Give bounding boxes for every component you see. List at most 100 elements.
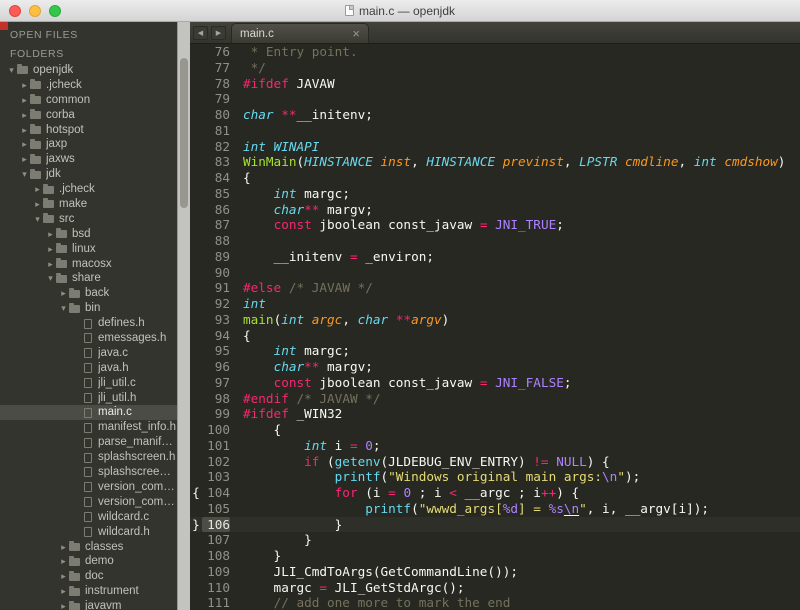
code-line-110[interactable]: 110 margc = JLI_GetStdArgc();	[190, 580, 800, 596]
tree-item-manifest_info.h[interactable]: manifest_info.h	[0, 420, 177, 435]
chevron-right-icon[interactable]: ▸	[19, 93, 30, 108]
tab-main-c[interactable]: main.c ×	[231, 23, 369, 43]
code-line-84[interactable]: 84 {	[190, 170, 800, 186]
code-line-95[interactable]: 95 int margc;	[190, 343, 800, 359]
tree-item-defines.h[interactable]: defines.h	[0, 316, 177, 331]
code-line-104[interactable]: {104 for (i = 0 ; i < __argc ; i++) {	[190, 485, 800, 501]
tree-item-java.h[interactable]: java.h	[0, 361, 177, 376]
tree-item-common[interactable]: ▸ common	[0, 93, 177, 108]
code-line-86[interactable]: 86 char** margv;	[190, 202, 800, 218]
chevron-right-icon[interactable]: ▸	[32, 197, 43, 212]
tree-item-bin[interactable]: ▾ bin	[0, 301, 177, 316]
code-area[interactable]: 76 * Entry point. 77 */78 #ifdef JAVAW 79 80…	[190, 44, 800, 610]
chevron-down-icon[interactable]: ▾	[19, 167, 30, 182]
chevron-right-icon[interactable]: ▸	[19, 152, 30, 167]
tree-item-javavm[interactable]: ▸ javavm	[0, 599, 177, 610]
chevron-down-icon[interactable]: ▾	[6, 63, 17, 78]
code-line-96[interactable]: 96 char** margv;	[190, 359, 800, 375]
chevron-down-icon[interactable]: ▾	[45, 271, 56, 286]
tree-item-wildcard.h[interactable]: wildcard.h	[0, 525, 177, 540]
code-line-85[interactable]: 85 int margc;	[190, 186, 800, 202]
chevron-right-icon[interactable]: ▸	[32, 182, 43, 197]
tree-item-doc[interactable]: ▸ doc	[0, 569, 177, 584]
tree-item-corba[interactable]: ▸ corba	[0, 108, 177, 123]
code-line-81[interactable]: 81	[190, 123, 800, 139]
minimize-window-button[interactable]	[29, 5, 41, 17]
code-line-83[interactable]: 83 WinMain(HINSTANCE inst, HINSTANCE prev…	[190, 154, 800, 170]
code-line-98[interactable]: 98 #endif /* JAVAW */	[190, 391, 800, 407]
tree-item-src[interactable]: ▾ src	[0, 212, 177, 227]
tree-item-jaxp[interactable]: ▸ jaxp	[0, 137, 177, 152]
chevron-right-icon[interactable]: ▸	[45, 242, 56, 257]
nav-forward-button[interactable]: ▶	[211, 25, 226, 40]
code-line-93[interactable]: 93 main(int argc, char **argv)	[190, 312, 800, 328]
code-line-91[interactable]: 91 #else /* JAVAW */	[190, 280, 800, 296]
tree-item-wildcard.c[interactable]: wildcard.c	[0, 510, 177, 525]
tree-item-demo[interactable]: ▸ demo	[0, 554, 177, 569]
code-line-90[interactable]: 90	[190, 265, 800, 281]
code-line-97[interactable]: 97 const jboolean const_javaw = JNI_FALS…	[190, 375, 800, 391]
tree-item-.jcheck[interactable]: ▸ .jcheck	[0, 182, 177, 197]
code-line-106[interactable]: } 106 }	[190, 516, 800, 533]
chevron-right-icon[interactable]: ▸	[58, 584, 69, 599]
tree-item-parse_manifest.c[interactable]: parse_manifest.c	[0, 435, 177, 450]
tree-item-version_comp.c[interactable]: version_comp.c	[0, 480, 177, 495]
code-line-92[interactable]: 92 int	[190, 296, 800, 312]
tree-item-.jcheck[interactable]: ▸ .jcheck	[0, 78, 177, 93]
tree-item-make[interactable]: ▸ make	[0, 197, 177, 212]
chevron-right-icon[interactable]: ▸	[58, 286, 69, 301]
tree-item-jdk[interactable]: ▾ jdk	[0, 167, 177, 182]
tree-item-openjdk[interactable]: ▾ openjdk	[0, 63, 177, 78]
chevron-right-icon[interactable]: ▸	[19, 123, 30, 138]
tree-item-classes[interactable]: ▸ classes	[0, 540, 177, 555]
tree-item-jli_util.c[interactable]: jli_util.c	[0, 376, 177, 391]
tree-item-linux[interactable]: ▸ linux	[0, 242, 177, 257]
code-line-94[interactable]: 94 {	[190, 328, 800, 344]
tree-item-jli_util.h[interactable]: jli_util.h	[0, 391, 177, 406]
code-line-88[interactable]: 88	[190, 233, 800, 249]
code-line-100[interactable]: 100 {	[190, 422, 800, 438]
chevron-right-icon[interactable]: ▸	[19, 78, 30, 93]
tree-item-version_comp.h[interactable]: version_comp.h	[0, 495, 177, 510]
tree-item-emessages.h[interactable]: emessages.h	[0, 331, 177, 346]
tree-item-hotspot[interactable]: ▸ hotspot	[0, 123, 177, 138]
code-line-82[interactable]: 82 int WINAPI	[190, 139, 800, 155]
chevron-right-icon[interactable]: ▸	[58, 599, 69, 610]
sidebar-scrollbar-thumb[interactable]	[180, 58, 188, 208]
tab-close-icon[interactable]: ×	[352, 27, 360, 40]
sidebar-scrollbar[interactable]	[177, 22, 190, 610]
code-line-101[interactable]: 101 int i = 0;	[190, 438, 800, 454]
code-line-79[interactable]: 79	[190, 91, 800, 107]
tree-item-main.c[interactable]: main.c	[0, 405, 177, 421]
code-line-111[interactable]: 111 // add one more to mark the end	[190, 595, 800, 610]
tree-item-splashscreen.h[interactable]: splashscreen.h	[0, 450, 177, 465]
chevron-down-icon[interactable]: ▾	[32, 212, 43, 227]
chevron-right-icon[interactable]: ▸	[19, 108, 30, 123]
code-line-80[interactable]: 80 char **__initenv;	[190, 107, 800, 123]
chevron-right-icon[interactable]: ▸	[58, 569, 69, 584]
maximize-window-button[interactable]	[49, 5, 61, 17]
tree-item-bsd[interactable]: ▸ bsd	[0, 227, 177, 242]
chevron-right-icon[interactable]: ▸	[19, 137, 30, 152]
chevron-right-icon[interactable]: ▸	[45, 227, 56, 242]
code-line-89[interactable]: 89 __initenv = _environ;	[190, 249, 800, 265]
chevron-right-icon[interactable]: ▸	[58, 540, 69, 555]
code-line-105[interactable]: 105 printf("wwwd_args[%d] = %s\n", i, __…	[190, 501, 800, 517]
tree-item-jaxws[interactable]: ▸ jaxws	[0, 152, 177, 167]
code-line-77[interactable]: 77 */	[190, 60, 800, 76]
tree-item-share[interactable]: ▾ share	[0, 271, 177, 286]
code-line-76[interactable]: 76 * Entry point.	[190, 44, 800, 60]
chevron-right-icon[interactable]: ▸	[45, 257, 56, 272]
code-line-102[interactable]: 102 if (getenv(JLDEBUG_ENV_ENTRY) != NUL…	[190, 454, 800, 470]
tree-item-java.c[interactable]: java.c	[0, 346, 177, 361]
code-line-103[interactable]: 103 printf("Windows original main args:\…	[190, 469, 800, 485]
tree-item-instrument[interactable]: ▸ instrument	[0, 584, 177, 599]
tree-item-back[interactable]: ▸ back	[0, 286, 177, 301]
nav-back-button[interactable]: ◀	[193, 25, 208, 40]
code-line-99[interactable]: 99 #ifdef _WIN32	[190, 406, 800, 422]
code-line-109[interactable]: 109 JLI_CmdToArgs(GetCommandLine());	[190, 564, 800, 580]
code-line-87[interactable]: 87 const jboolean const_javaw = JNI_TRUE…	[190, 217, 800, 233]
code-line-78[interactable]: 78 #ifdef JAVAW	[190, 76, 800, 92]
code-line-108[interactable]: 108 }	[190, 548, 800, 564]
close-window-button[interactable]	[9, 5, 21, 17]
